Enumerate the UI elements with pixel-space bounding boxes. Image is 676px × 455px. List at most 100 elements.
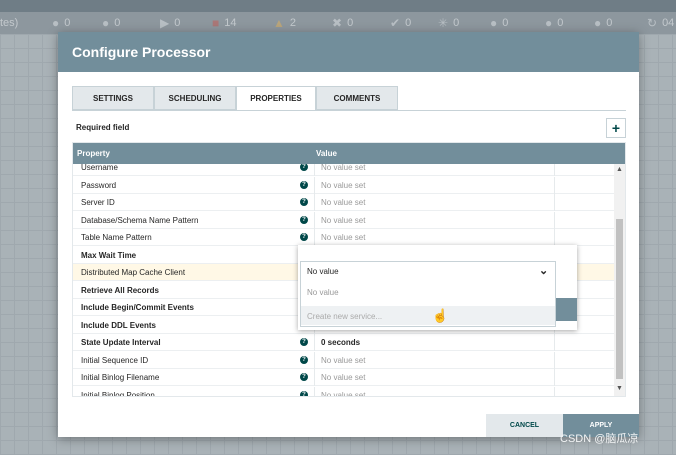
status-count: 0 (347, 17, 354, 29)
property-column-header: Property (77, 149, 110, 158)
property-value[interactable]: 0 seconds (321, 338, 360, 347)
column-divider (554, 194, 555, 211)
not-transmitting-icon: ● (102, 16, 110, 30)
property-name: Database/Schema Name Pattern (81, 215, 199, 225)
status-stat: ▲ 2 (273, 16, 296, 30)
add-property-button[interactable]: + (606, 118, 626, 138)
table-scrollbar[interactable]: ▲ ▼ (614, 164, 625, 396)
tab-divider (72, 110, 626, 111)
table-row[interactable]: Password? No value set (73, 176, 614, 194)
table-row[interactable]: Initial Sequence ID? No value set (73, 351, 614, 369)
table-row[interactable]: Database/Schema Name Pattern? No value se… (73, 211, 614, 229)
table-row[interactable]: Initial Binlog Position? No value set (73, 386, 614, 397)
property-value[interactable]: No value set (321, 198, 365, 207)
status-bar: tes) ● 0 ● 0 ▶ 0 ■ 14 ▲ 2 ✖ 0 ✔ 0 ✳ 0 ● 0 ● 0 ● 0 ↻ 04 (0, 12, 676, 34)
scroll-up-icon[interactable]: ▲ (616, 166, 623, 173)
value-column-header: Value (316, 149, 337, 158)
cancel-label: CANCEL (509, 422, 540, 429)
help-icon[interactable]: ? (300, 338, 308, 346)
tab-label: COMMENTS (333, 93, 381, 103)
property-value[interactable]: No value set (321, 164, 365, 172)
help-icon[interactable]: ? (300, 198, 308, 206)
column-divider (554, 369, 555, 386)
service-select[interactable]: No value ⌄ (300, 261, 556, 282)
tab-properties[interactable]: PROPERTIES (236, 86, 316, 111)
property-value[interactable]: No value set (321, 233, 365, 242)
status-stat: ✖ 0 (332, 16, 353, 30)
status-count: 2 (289, 17, 297, 29)
help-icon[interactable]: ? (300, 215, 308, 224)
table-row[interactable]: Server ID? No value set (73, 194, 614, 211)
configure-processor-dialog: Configure Processor SETTINGS SCHEDULING … (58, 32, 639, 437)
status-count: 0 (502, 17, 509, 29)
tab-settings[interactable]: SETTINGS (72, 86, 154, 110)
dialog-header: Configure Processor (58, 32, 639, 72)
help-icon[interactable]: ? (300, 373, 308, 381)
property-value[interactable]: No value set (321, 373, 365, 382)
dropdown-ok-button[interactable] (556, 298, 577, 321)
property-name: Include Begin/Commit Events (81, 303, 194, 312)
status-count: 0 (453, 17, 460, 29)
property-value[interactable]: No value set (321, 356, 365, 365)
property-name: Password (81, 180, 117, 190)
option-label: Create new service... (307, 312, 383, 321)
help-icon[interactable]: ? (300, 233, 308, 241)
property-name: Max Wait Time (81, 250, 137, 260)
table-row[interactable]: State Update Interval? 0 seconds (73, 334, 614, 351)
service-select-value: No value (307, 267, 339, 276)
help-icon[interactable]: ? (300, 355, 308, 364)
help-icon[interactable]: ? (300, 180, 308, 189)
column-divider (554, 229, 555, 246)
scroll-thumb[interactable] (616, 219, 623, 379)
stale-icon: ● (490, 16, 498, 30)
table-header: Property Value (73, 143, 625, 164)
column-divider (554, 211, 555, 229)
apply-label: APPLY (589, 422, 613, 429)
column-divider (554, 334, 555, 351)
refresh-icon: ↻ (647, 16, 658, 30)
tab-comments[interactable]: COMMENTS (316, 86, 398, 110)
chevron-down-icon: ⌄ (539, 265, 549, 277)
option-create-new-service[interactable]: Create new service... (301, 306, 555, 325)
help-icon[interactable]: ? (300, 164, 308, 171)
help-icon[interactable]: ? (300, 390, 308, 396)
property-value[interactable]: No value set (321, 391, 365, 397)
table-row[interactable]: Username? No value set (73, 164, 614, 176)
status-count: 0 (64, 17, 71, 29)
property-name: Initial Sequence ID (81, 355, 149, 365)
status-count: 0 (174, 17, 181, 29)
property-name: Server ID (81, 198, 115, 207)
property-value[interactable]: No value set (321, 216, 365, 225)
status-stat: ▶ 0 (160, 16, 180, 30)
status-count: 0 (405, 17, 412, 29)
scroll-down-icon[interactable]: ▼ (616, 385, 623, 392)
tab-scheduling[interactable]: SCHEDULING (154, 86, 236, 110)
status-count: 0 (557, 17, 564, 29)
table-row[interactable]: Initial Binlog Filename? No value set (73, 369, 614, 386)
hand-cursor-icon: ☝ (432, 308, 449, 323)
required-field-label: Required field (76, 123, 130, 132)
errors-icon: ● (594, 16, 602, 30)
column-divider (554, 351, 555, 369)
property-name: Table Name Pattern (81, 233, 152, 242)
cancel-button[interactable]: CANCEL (486, 414, 563, 437)
plus-icon: + (611, 120, 621, 136)
tab-label: PROPERTIES (250, 94, 302, 103)
property-value[interactable]: No value set (321, 181, 365, 190)
property-name: Retrieve All Records (81, 285, 159, 295)
status-stat: ■ 14 (212, 16, 237, 30)
column-divider (314, 211, 315, 229)
column-divider (314, 334, 315, 351)
status-lead: tes) (0, 17, 19, 29)
disabled-icon: ✖ (332, 16, 343, 30)
column-divider (314, 164, 315, 176)
status-stat: ● 0 (490, 16, 508, 30)
controller-service-dropdown: No value ⌄ No value Create new service..… (298, 245, 577, 330)
locally-modified-icon: ✳ (438, 16, 449, 30)
table-row[interactable]: Table Name Pattern? No value set (73, 229, 614, 246)
column-divider (314, 369, 315, 386)
status-stat: ✳ 0 (438, 16, 459, 30)
property-name: Distributed Map Cache Client (81, 268, 186, 277)
column-divider (314, 229, 315, 246)
option-no-value[interactable]: No value (307, 288, 339, 297)
